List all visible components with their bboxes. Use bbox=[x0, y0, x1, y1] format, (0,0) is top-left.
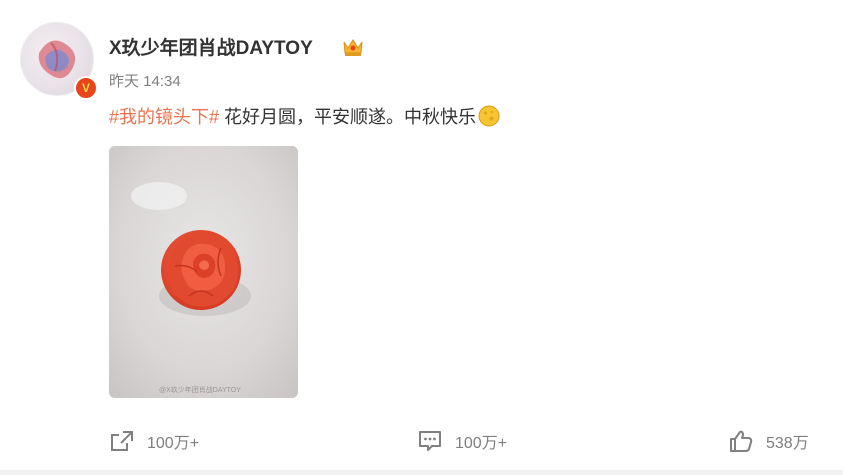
like-count: 538万 bbox=[766, 435, 809, 452]
verified-badge: V bbox=[74, 76, 98, 100]
post-image[interactable]: @X玖少年团肖战DAYTOY bbox=[109, 146, 298, 398]
post-text: #我的镜头下# 花好月圆，平安顺遂。中秋快乐 bbox=[109, 103, 500, 129]
share-count: 100万+ bbox=[147, 435, 200, 452]
comment-button[interactable]: 100万+ bbox=[417, 424, 507, 458]
avatar-wrapper[interactable]: V bbox=[20, 22, 98, 100]
thumbs-up-icon bbox=[730, 430, 753, 452]
comment-icon bbox=[419, 431, 441, 451]
post-timestamp[interactable]: 昨天 14:34 bbox=[109, 70, 181, 91]
comment-count: 100万+ bbox=[455, 435, 508, 452]
hashtag-link[interactable]: #我的镜头下# bbox=[109, 107, 219, 127]
mooncake-photo: @X玖少年团肖战DAYTOY bbox=[109, 146, 298, 398]
action-toolbar: 100万+ 100万+ 538万 bbox=[0, 424, 843, 458]
share-button[interactable]: 100万+ bbox=[109, 424, 199, 458]
divider bbox=[0, 470, 843, 475]
moon-emoji-icon bbox=[478, 105, 500, 127]
image-watermark: @X玖少年团肖战DAYTOY bbox=[159, 385, 241, 394]
crown-icon bbox=[343, 39, 363, 56]
share-icon bbox=[111, 431, 133, 451]
user-name[interactable]: X玖少年团肖战DAYTOY bbox=[109, 33, 313, 60]
like-button[interactable]: 538万 bbox=[728, 424, 809, 458]
post-body-text: 花好月圆，平安顺遂。中秋快乐 bbox=[219, 107, 477, 127]
